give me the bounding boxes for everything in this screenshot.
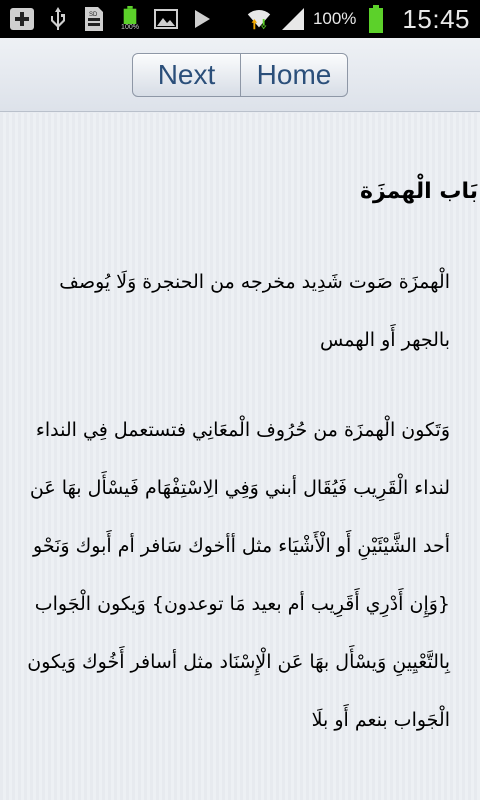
text-line: وَتَكون الْهمزَة من حُرُوف الْمعَانِي فت…: [35, 419, 450, 441]
text-line: بِالتَّعْيِينِ وَيسْأَل بهَا عَن الْإِسْ…: [27, 651, 450, 673]
signal-icon: [279, 6, 307, 32]
sd-card-icon: SD: [80, 6, 108, 32]
usb-icon: [44, 6, 72, 32]
svg-text:SD: SD: [89, 12, 98, 18]
add-icon: [8, 6, 36, 32]
section-heading: بَاب الْهمزَة: [359, 179, 478, 204]
navigation-toolbar: Next Home: [0, 38, 480, 112]
text-line: الْجَواب بنعم أَو بلَا: [311, 709, 450, 731]
text-line: أحد الشَّيْئَيْنِ أَو الْأَشْيَاء مثل أأ…: [33, 535, 450, 557]
paragraph-2: وَتَكون الْهمزَة من حُرُوف الْمعَانِي فت…: [10, 401, 450, 749]
battery-icon: [362, 5, 390, 33]
next-button[interactable]: Next: [133, 53, 241, 96]
text-line: الْهمزَة صَوت شَدِيد مخرجه من الحنجرة وَ…: [59, 271, 450, 293]
article-content[interactable]: بَاب الْهمزَة الْهمزَة صَوت شَدِيد مخرجه…: [0, 113, 480, 800]
status-bar: SD 100% 100% 15:45: [0, 0, 480, 38]
text-line: لنداء الْقَرِيب فَيُقَال أبني وَفِي الِا…: [29, 477, 450, 499]
nav-button-group: Next Home: [132, 52, 348, 97]
system-icons: 100% 15:45: [245, 4, 480, 35]
image-icon: [152, 6, 180, 32]
small-battery-label: 100%: [121, 24, 139, 31]
text-line: {وَإِن أَدْرِي أَقَرِيب أم بعيد مَا توعد…: [34, 593, 450, 615]
text-line: بالجهر أَو الهمس: [320, 329, 450, 351]
battery-percent: 100%: [312, 9, 357, 28]
notification-icons: SD 100%: [0, 6, 216, 32]
home-button[interactable]: Home: [241, 54, 347, 96]
paragraph-1: الْهمزَة صَوت شَدِيد مخرجه من الحنجرة وَ…: [10, 253, 450, 369]
battery-full-icon: 100%: [116, 6, 144, 32]
wifi-icon: [245, 6, 273, 32]
play-icon: [188, 6, 216, 32]
clock: 15:45: [402, 3, 470, 34]
